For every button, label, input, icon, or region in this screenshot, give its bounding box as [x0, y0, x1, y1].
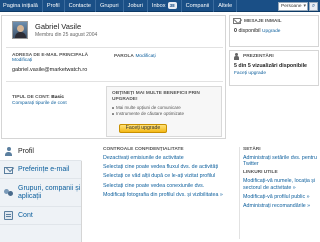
introductions-panel: Prezentări 5 din 5 vizualizări disponibi…	[229, 50, 319, 86]
introductions-upgrade-link[interactable]: Faceți upgrade	[234, 71, 266, 76]
upgrade-benefits: Mai multe opțiuni de comunicare Instrume…	[112, 105, 216, 117]
inmail-body: 0 disponibil Upgrade	[230, 26, 318, 39]
privacy-link[interactable]: Modificați fotografia din profilul dvs. …	[103, 192, 233, 198]
mail-icon	[4, 166, 13, 174]
nav-inbox-label: Inbox	[151, 2, 166, 9]
settings-column: Setări Administrați setările dvs. pentru…	[243, 143, 318, 212]
privacy-link[interactable]: Selectați ce văd alții după ce le-ați vi…	[103, 173, 233, 179]
mail-icon	[233, 18, 241, 24]
introductions-label: Prezentări	[243, 53, 274, 59]
account-type-value: Basic	[51, 95, 65, 100]
introductions-header: Prezentări	[230, 51, 318, 61]
upgrade-title: Obțineți mai multe beneficii prin upgrad…	[112, 91, 200, 102]
tab-groups-companies-apps[interactable]: Grupuri, companii și aplicații	[0, 179, 81, 207]
inmail-count: 0	[234, 28, 237, 34]
profile-settings: Controale confidențialitate Dezactivați …	[83, 143, 320, 242]
helpful-link[interactable]: Modificați-vă numele, locația și sectoru…	[243, 178, 318, 190]
tab-label: Cont	[18, 211, 33, 219]
nav-search: Persoane ⌕	[278, 1, 318, 11]
divider	[6, 81, 223, 82]
divider	[239, 147, 240, 239]
compare-accounts-link[interactable]: Comparați tipurile de cont	[12, 101, 107, 106]
profile-name: Gabriel Vasile	[35, 22, 82, 31]
nav-profile[interactable]: Profil	[43, 0, 65, 12]
search-button[interactable]: ⌕	[309, 1, 318, 11]
email-value: gabriel.vasile@marketwatch.ro	[12, 67, 88, 73]
nav-companies[interactable]: Companii	[182, 0, 215, 12]
nav-groups[interactable]: Grupuri	[96, 0, 124, 12]
inmail-panel: Mesaje InMail 0 disponibil Upgrade	[229, 15, 319, 47]
helpful-link[interactable]: Administrați recomandările »	[243, 203, 318, 209]
password-section: Parola Modificați	[114, 53, 156, 59]
nav-more[interactable]: Altele	[214, 0, 238, 12]
inmail-label: Mesaje InMail	[244, 18, 282, 24]
tab-label: Preferințe e-mail	[18, 165, 70, 173]
tab-profile[interactable]: Profil	[0, 143, 82, 161]
privacy-link[interactable]: Selectați cine poate vedea conexiunile d…	[103, 183, 233, 189]
inmail-header: Mesaje InMail	[230, 16, 318, 26]
tab-label: Profil	[18, 147, 34, 155]
member-since: Membru din 25 august 2004	[35, 32, 98, 38]
groups-icon	[4, 188, 13, 197]
password-label: Parola	[114, 54, 134, 59]
settings-tabs: Profil Preferințe e-mail Grupuri, compan…	[0, 143, 82, 242]
email-section: Adresa de e-mail principală Modificați g…	[12, 53, 102, 73]
password-change-link[interactable]: Modificați	[135, 54, 155, 59]
top-nav-bar: Pagina inițială Profil Contacte Grupuri …	[0, 0, 320, 12]
nav-contacts[interactable]: Contacte	[65, 0, 96, 12]
email-change-link[interactable]: Modificați	[12, 58, 102, 63]
helpful-links-header: Linkuri utile	[243, 170, 278, 176]
inbox-count-badge: 38	[167, 1, 177, 9]
privacy-controls: Controale confidențialitate Dezactivați …	[103, 143, 233, 201]
helpful-link[interactable]: Modificați-vă profilul public »	[243, 194, 318, 200]
nav-jobs[interactable]: Joburi	[124, 0, 148, 12]
introductions-text: 5 din 5 vizualizări disponibile	[234, 63, 307, 69]
privacy-link[interactable]: Selectați cine poate vedea fluxul dvs. d…	[103, 164, 233, 170]
account-summary-card: Gabriel Vasile Membru din 25 august 2004…	[1, 15, 226, 139]
nav-home[interactable]: Pagina inițială	[0, 0, 43, 12]
introductions-body: 5 din 5 vizualizări disponibile Faceți u…	[230, 61, 318, 80]
tab-account[interactable]: Cont	[0, 207, 81, 225]
upgrade-promo: Obțineți mai multe beneficii prin upgrad…	[106, 86, 222, 137]
search-icon: ⌕	[311, 2, 316, 9]
tab-label: Grupuri, companii și aplicații	[18, 184, 81, 200]
tab-email-preferences[interactable]: Preferințe e-mail	[0, 161, 81, 179]
search-scope-select[interactable]: Persoane	[278, 1, 308, 11]
account-icon	[4, 211, 13, 220]
divider	[6, 47, 223, 48]
account-type-label: Tipul de cont:	[12, 95, 50, 100]
upgrade-button[interactable]: Faceți upgrade	[119, 124, 167, 133]
nav-inbox[interactable]: Inbox 38	[148, 0, 182, 12]
inmail-upgrade-link[interactable]: Upgrade	[262, 29, 280, 34]
account-overview: Gabriel Vasile Membru din 25 august 2004…	[0, 13, 320, 141]
avatar	[12, 21, 28, 39]
privacy-header: Controale confidențialitate	[103, 147, 184, 152]
privacy-link[interactable]: Dezactivați emisiunile de activitate	[103, 155, 233, 161]
inmail-suffix: disponibil	[238, 28, 261, 34]
account-type-section: Tipul de cont: Basic Comparați tipurile …	[12, 94, 107, 106]
settings-header: Setări	[243, 147, 261, 152]
twitter-settings-link[interactable]: Administrați setările dvs. pentru Twitte…	[243, 155, 318, 167]
list-item: Instrumente de căutare optimizate	[112, 111, 216, 117]
profile-icon	[4, 147, 13, 156]
person-icon	[233, 52, 240, 60]
